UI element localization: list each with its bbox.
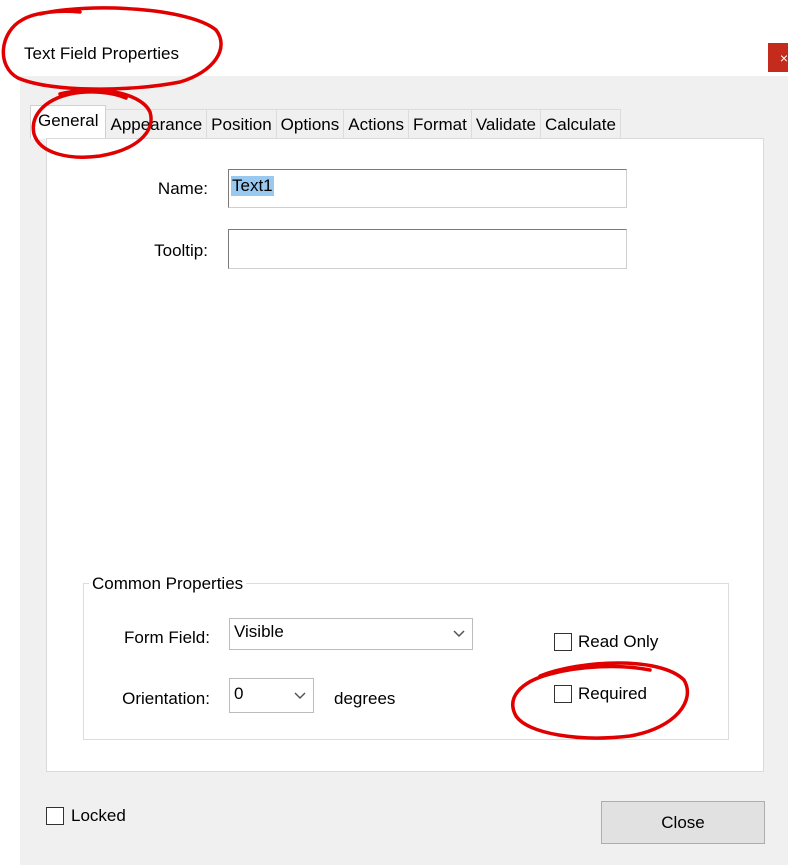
tab-general[interactable]: General xyxy=(30,105,107,139)
chevron-down-icon xyxy=(287,679,313,712)
tab-options[interactable]: Options xyxy=(275,109,345,139)
tab-appearance[interactable]: Appearance xyxy=(105,109,208,139)
read-only-checkbox[interactable] xyxy=(554,633,572,651)
form-field-value: Visible xyxy=(234,622,284,641)
common-properties-group xyxy=(83,583,729,740)
locked-checkbox[interactable] xyxy=(46,807,64,825)
orientation-label: Orientation: xyxy=(122,689,210,708)
orientation-select[interactable]: 0 xyxy=(229,678,314,713)
name-input[interactable]: Text1 xyxy=(228,169,627,208)
required-checkbox[interactable] xyxy=(554,685,572,703)
name-value: Text1 xyxy=(231,176,274,196)
tab-validate[interactable]: Validate xyxy=(470,109,542,139)
form-field-select[interactable]: Visible xyxy=(229,618,473,650)
locked-label: Locked xyxy=(71,806,126,825)
tab-position[interactable]: Position xyxy=(206,109,277,139)
tooltip-input[interactable] xyxy=(228,229,627,269)
degrees-label: degrees xyxy=(334,689,396,708)
form-field-label: Form Field: xyxy=(124,628,210,647)
close-icon[interactable]: × xyxy=(768,43,788,72)
chevron-down-icon xyxy=(446,619,472,649)
tooltip-label: Tooltip: xyxy=(154,241,208,260)
name-label: Name: xyxy=(157,179,208,198)
required-label: Required xyxy=(578,684,647,703)
orientation-value: 0 xyxy=(234,684,244,703)
read-only-label: Read Only xyxy=(578,632,659,651)
tab-actions[interactable]: Actions xyxy=(343,109,409,139)
close-button[interactable]: Close xyxy=(601,801,765,844)
tab-format[interactable]: Format xyxy=(408,109,472,139)
tab-strip: General Appearance Position Options Acti… xyxy=(30,105,621,139)
common-properties-legend: Common Properties xyxy=(89,574,247,594)
window-title: Text Field Properties xyxy=(24,44,179,63)
tab-calculate[interactable]: Calculate xyxy=(540,109,621,139)
